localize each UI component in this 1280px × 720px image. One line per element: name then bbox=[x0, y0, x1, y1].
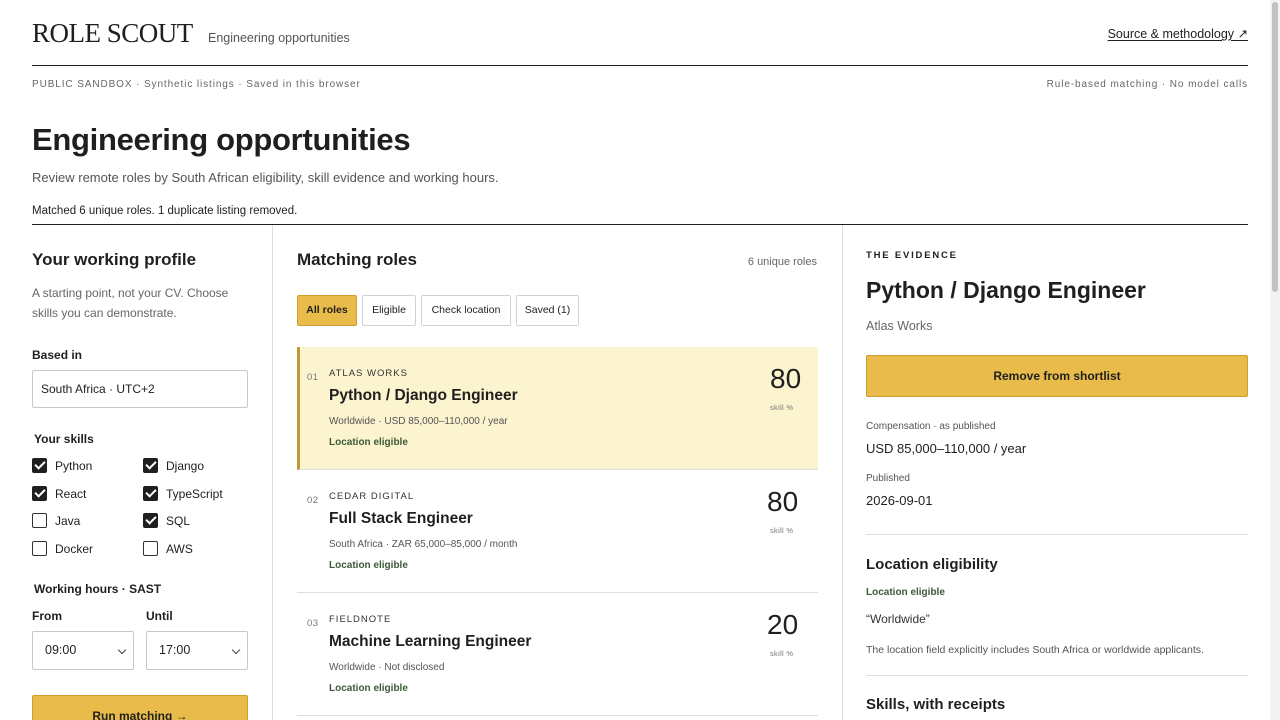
remove-from-shortlist-button[interactable]: Remove from shortlist bbox=[866, 355, 1248, 397]
compensation-label: Compensation · as published bbox=[866, 421, 996, 432]
source-methodology-link[interactable]: Source & methodology ↗ bbox=[1108, 26, 1248, 41]
chevron-down-icon bbox=[231, 645, 241, 655]
column-divider-left bbox=[272, 225, 273, 720]
role-location-status: Location eligible bbox=[329, 683, 408, 694]
checkbox-icon[interactable] bbox=[32, 541, 47, 556]
role-card[interactable]: 03 FIELDNOTE Machine Learning Engineer W… bbox=[297, 593, 818, 716]
run-matching-button[interactable]: Run matching → bbox=[32, 695, 248, 720]
role-location-status: Location eligible bbox=[329, 437, 408, 448]
role-company: ATLAS WORKS bbox=[329, 368, 408, 379]
logo[interactable]: ROLE SCOUT bbox=[32, 18, 193, 49]
role-card[interactable]: 01 ATLAS WORKS Python / Django Engineer … bbox=[297, 347, 818, 470]
role-score-label: skill % bbox=[770, 403, 794, 412]
checked-checkbox-icon[interactable] bbox=[143, 486, 158, 501]
sandbox-meta: PUBLIC SANDBOX · Synthetic listings · Sa… bbox=[32, 79, 361, 90]
skill-label: SQL bbox=[166, 513, 191, 528]
role-number: 03 bbox=[307, 618, 319, 629]
filter-eligible[interactable]: Eligible bbox=[362, 295, 416, 326]
checked-checkbox-icon[interactable] bbox=[32, 486, 47, 501]
filter-check-location[interactable]: Check location bbox=[421, 295, 511, 326]
skill-checkbox-django[interactable]: Django bbox=[143, 458, 204, 473]
skill-checkbox-sql[interactable]: SQL bbox=[143, 513, 190, 528]
skill-label: Python bbox=[55, 458, 93, 473]
location-quote: “Worldwide” bbox=[866, 612, 930, 626]
skill-checkbox-java[interactable]: Java bbox=[32, 513, 80, 528]
role-skill-score: 80 bbox=[767, 486, 799, 517]
evidence-company: Atlas Works bbox=[866, 319, 933, 333]
role-skill-score: 20 bbox=[767, 609, 799, 640]
roles-title: Matching roles bbox=[297, 250, 417, 269]
compensation-value: USD 85,000–110,000 / year bbox=[866, 441, 1027, 456]
published-label: Published bbox=[866, 473, 910, 484]
header-divider bbox=[32, 224, 1248, 225]
role-location-status: Location eligible bbox=[329, 560, 408, 571]
role-score-label: skill % bbox=[770, 649, 794, 658]
skill-checkbox-aws[interactable]: AWS bbox=[143, 541, 193, 556]
roles-count: 6 unique roles bbox=[747, 256, 817, 268]
working-hours-label: Working hours · SAST bbox=[34, 582, 162, 596]
scrollbar[interactable] bbox=[1270, 0, 1280, 720]
matching-meta: Rule-based matching · No model calls bbox=[1046, 79, 1248, 90]
match-status: Matched 6 unique roles. 1 duplicate list… bbox=[32, 205, 298, 217]
skills-label: Your skills bbox=[34, 432, 94, 446]
based-in-input[interactable]: South Africa · UTC+2 bbox=[32, 370, 248, 408]
from-time-select[interactable]: 09:00 bbox=[32, 631, 134, 670]
role-company: FIELDNOTE bbox=[329, 614, 392, 625]
skill-label: TypeScript bbox=[166, 486, 223, 501]
role-title: Full Stack Engineer bbox=[329, 510, 473, 527]
role-details: Worldwide · Not disclosed bbox=[329, 662, 445, 673]
evidence-eyebrow: THE EVIDENCE bbox=[866, 250, 958, 261]
skill-checkbox-react[interactable]: React bbox=[32, 486, 86, 501]
skill-label: Java bbox=[55, 513, 81, 528]
checked-checkbox-icon[interactable] bbox=[32, 458, 47, 473]
checked-checkbox-icon[interactable] bbox=[143, 458, 158, 473]
checkbox-icon[interactable] bbox=[32, 513, 47, 528]
until-time-value: 17:00 bbox=[159, 643, 191, 657]
skill-label: React bbox=[55, 486, 87, 501]
profile-description: A starting point, not your CV. Choose sk… bbox=[32, 286, 229, 320]
role-number: 01 bbox=[307, 372, 319, 383]
role-card[interactable]: 02 CEDAR DIGITAL Full Stack Engineer Sou… bbox=[297, 470, 818, 593]
scrollbar-thumb[interactable] bbox=[1272, 2, 1278, 292]
checkbox-icon[interactable] bbox=[143, 541, 158, 556]
location-status: Location eligible bbox=[866, 587, 945, 598]
role-skill-score: 80 bbox=[770, 363, 802, 394]
role-details: Worldwide · USD 85,000–110,000 / year bbox=[329, 416, 508, 427]
skill-checkbox-docker[interactable]: Docker bbox=[32, 541, 93, 556]
role-number: 02 bbox=[307, 495, 319, 506]
skill-label: Django bbox=[166, 458, 205, 473]
checked-checkbox-icon[interactable] bbox=[143, 513, 158, 528]
location-eligibility-title: Location eligibility bbox=[866, 556, 998, 573]
role-details: South Africa · ZAR 65,000–85,000 / month bbox=[329, 539, 518, 550]
page-description: Review remote roles by South African eli… bbox=[32, 170, 499, 185]
based-in-label: Based in bbox=[32, 348, 83, 362]
role-score-label: skill % bbox=[770, 526, 794, 535]
chevron-down-icon bbox=[117, 645, 127, 655]
from-time-value: 09:00 bbox=[45, 643, 77, 657]
skills-receipts-title: Skills, with receipts bbox=[866, 696, 1006, 713]
section-divider bbox=[866, 675, 1248, 676]
role-company: CEDAR DIGITAL bbox=[329, 491, 415, 502]
top-bar: ROLE SCOUT Engineering opportunities Sou… bbox=[32, 0, 1248, 66]
filter-all-roles[interactable]: All roles bbox=[297, 295, 357, 326]
until-time-select[interactable]: 17:00 bbox=[146, 631, 248, 670]
published-value: 2026-09-01 bbox=[866, 493, 933, 508]
profile-title: Your working profile bbox=[32, 250, 197, 269]
column-divider-right bbox=[842, 225, 843, 720]
filter-saved[interactable]: Saved (1) bbox=[516, 295, 579, 326]
section-divider bbox=[866, 534, 1248, 535]
page-title: Engineering opportunities bbox=[32, 122, 411, 157]
from-label: From bbox=[32, 609, 62, 623]
role-title: Python / Django Engineer bbox=[329, 387, 518, 404]
skill-checkbox-python[interactable]: Python bbox=[32, 458, 92, 473]
skill-checkbox-typescript[interactable]: TypeScript bbox=[143, 486, 223, 501]
role-title: Machine Learning Engineer bbox=[329, 633, 532, 650]
location-explanation: The location field explicitly includes S… bbox=[866, 644, 1204, 656]
skill-label: Docker bbox=[55, 541, 94, 556]
evidence-role-title: Python / Django Engineer bbox=[866, 277, 1146, 303]
until-label: Until bbox=[146, 609, 173, 623]
skill-label: AWS bbox=[166, 541, 193, 556]
logo-subtitle: Engineering opportunities bbox=[208, 31, 350, 45]
